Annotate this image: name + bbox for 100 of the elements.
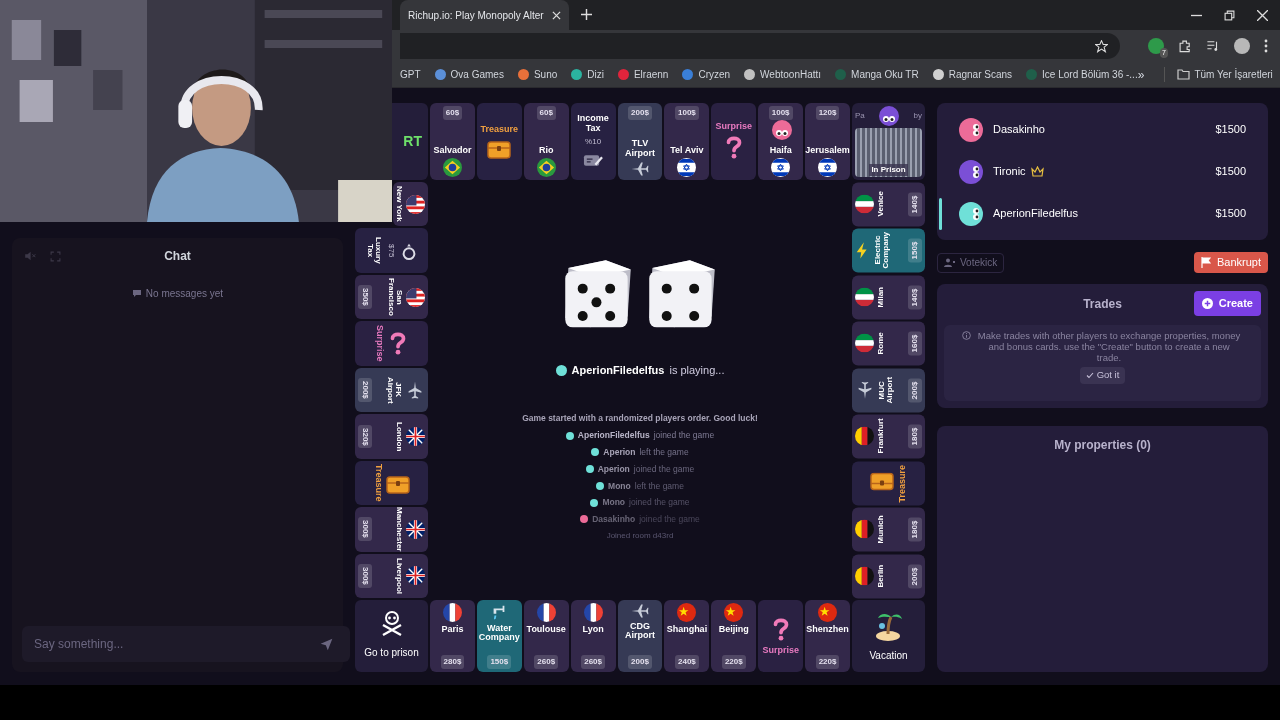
board-tile[interactable]: Jerusalem 120$ bbox=[805, 103, 850, 180]
bookmark-link[interactable]: Cryzen bbox=[682, 67, 731, 82]
menu-icon[interactable] bbox=[1264, 39, 1268, 53]
board-tile[interactable]: Rome 160$ bbox=[852, 321, 925, 366]
board-tile[interactable]: CDG Airport 200$ bbox=[617, 600, 663, 672]
board-tile[interactable]: Water Company 150$ bbox=[476, 600, 522, 672]
board-tile[interactable]: Lyon 260$ bbox=[570, 600, 616, 672]
board-tile[interactable]: Liverpool 300$ bbox=[355, 553, 428, 598]
board-tile[interactable]: Treasure bbox=[852, 460, 925, 506]
board-tile[interactable]: Electric Company 150$ bbox=[852, 228, 925, 273]
board-tile[interactable]: Manchester 300$ bbox=[355, 507, 428, 552]
board-tile[interactable]: New York bbox=[393, 182, 428, 227]
price-tag: 100$ bbox=[675, 106, 699, 120]
bookmark-link[interactable]: Dizi bbox=[571, 67, 604, 82]
board-tile[interactable]: San Francisco 350$ bbox=[355, 274, 428, 320]
board-tile[interactable]: Rio 60$ bbox=[523, 103, 569, 180]
bookmark-link[interactable]: Ice Lord Bölüm 36 -... bbox=[1026, 67, 1138, 82]
all-bookmarks-link[interactable]: Tüm Yer İşaretleri bbox=[1194, 67, 1273, 82]
bookmark-link[interactable]: GPT bbox=[400, 67, 421, 82]
log-player-name: Aperion bbox=[597, 462, 630, 476]
price-tag: 180$ bbox=[908, 517, 922, 542]
player-row[interactable]: AperionFiledelfus $1500 bbox=[943, 194, 1262, 233]
log-player-name: Mono bbox=[608, 479, 631, 493]
board-tile[interactable]: Milan 140$ bbox=[852, 274, 925, 320]
price-tag: 60$ bbox=[536, 106, 556, 120]
flag-icon bbox=[1200, 257, 1211, 268]
board-tile[interactable]: Surprise bbox=[711, 103, 757, 180]
bookmark-link[interactable]: Ova Games bbox=[434, 67, 504, 82]
board-tile[interactable]: MUC Airport 200$ bbox=[852, 367, 925, 413]
player-row[interactable]: Dasakinho $1500 bbox=[943, 110, 1262, 149]
browser-tab[interactable]: Richup.io: Play Monopoly Alter bbox=[400, 0, 569, 30]
media-icon[interactable] bbox=[1206, 39, 1220, 53]
board-tile[interactable]: JFK Airport 200$ bbox=[355, 367, 428, 413]
board-tile[interactable]: Berlin 200$ bbox=[852, 553, 925, 598]
board-tile[interactable]: Tel Aviv 100$ bbox=[664, 103, 710, 180]
tile-name: Manchester bbox=[394, 507, 403, 552]
tile-name: Haifa bbox=[769, 145, 792, 155]
tile-name: Berlin bbox=[877, 564, 886, 588]
puzzle-icon[interactable] bbox=[1178, 39, 1192, 53]
board-tile[interactable]: Treasure bbox=[355, 460, 428, 506]
tile-name: San Francisco bbox=[386, 277, 403, 317]
tile-name: Surprise bbox=[715, 122, 753, 131]
new-tab-icon[interactable] bbox=[580, 9, 592, 20]
log-action: left the game bbox=[634, 479, 684, 493]
board-tile[interactable]: Beijing 220$ bbox=[711, 600, 757, 672]
board-tile[interactable]: Salvador 60$ bbox=[430, 103, 475, 180]
board-tile[interactable]: %10 Income Tax bbox=[570, 103, 616, 180]
board-tile[interactable]: $75 Luxury Tax bbox=[355, 228, 428, 273]
log-action: joined the game bbox=[629, 496, 690, 509]
bookmark-link[interactable]: Ragnar Scans bbox=[932, 67, 1013, 82]
bookmark-link[interactable]: Manga Oku TR bbox=[835, 67, 919, 82]
votekick-button[interactable]: Votekick bbox=[937, 252, 1005, 273]
tile-name: Lyon bbox=[582, 625, 604, 635]
player-money: $1500 bbox=[1215, 164, 1246, 180]
create-trade-button[interactable]: Create bbox=[1193, 291, 1261, 316]
tile-name: Frankfurt bbox=[877, 418, 886, 454]
board-tile[interactable]: Shanghai 240$ bbox=[664, 600, 710, 672]
tile-name: Liverpool bbox=[394, 557, 403, 594]
close-icon[interactable] bbox=[551, 10, 561, 20]
bookmark-link[interactable]: WebtoonHattı bbox=[744, 67, 822, 82]
board-tile[interactable]: Frankfurt 180$ bbox=[852, 414, 925, 459]
close-icon[interactable] bbox=[1257, 9, 1268, 21]
tile-name: Income Tax bbox=[576, 114, 610, 133]
price-tag: 160$ bbox=[908, 331, 922, 356]
price-tag: 140$ bbox=[908, 285, 922, 309]
board-tile[interactable]: Surprise bbox=[758, 600, 804, 672]
empty-chat-message: No messages yet bbox=[145, 287, 224, 301]
profile-avatar[interactable] bbox=[1234, 38, 1250, 54]
check-icon bbox=[1085, 372, 1094, 379]
board-tile[interactable]: Toulouse 260$ bbox=[523, 600, 569, 672]
board-tile[interactable]: London 320$ bbox=[355, 414, 428, 459]
board-tile[interactable]: Shenzhen 220$ bbox=[805, 600, 850, 672]
board-tile[interactable]: Treasure bbox=[476, 103, 522, 180]
board-tile[interactable]: Paris 280$ bbox=[430, 600, 475, 672]
tile-name: Toulouse bbox=[526, 625, 566, 635]
restore-icon[interactable] bbox=[1224, 9, 1235, 21]
got-it-button[interactable]: Got it bbox=[1079, 367, 1126, 384]
price-tag: 200$ bbox=[908, 378, 922, 402]
message-input[interactable]: Say something... bbox=[22, 626, 350, 662]
board-tile[interactable]: Munich 180$ bbox=[852, 507, 925, 552]
price-tag: 60$ bbox=[442, 106, 463, 120]
board-tile[interactable]: Surprise bbox=[355, 321, 428, 366]
player-row[interactable]: Tironic $1500 bbox=[943, 152, 1262, 191]
tile-name: Venice bbox=[877, 191, 886, 217]
price-tag: 280$ bbox=[440, 655, 465, 669]
bookmark-star-icon[interactable] bbox=[1095, 39, 1108, 53]
board-tile[interactable]: Venice 140$ bbox=[852, 182, 925, 227]
bookmark-link[interactable]: Elraenn bbox=[617, 67, 669, 82]
trades-title: Trades bbox=[1083, 295, 1122, 313]
tile-name: Water Company bbox=[478, 624, 520, 643]
chat-bubble-icon bbox=[131, 289, 142, 298]
board-tile[interactable]: Haifa 100$ bbox=[758, 103, 804, 180]
board-tile[interactable]: TLV Airport 200$ bbox=[617, 103, 663, 180]
tile-name: New York bbox=[394, 186, 403, 223]
corner-label: Go to prison bbox=[364, 646, 419, 661]
price-tag: 350$ bbox=[358, 285, 372, 309]
bankrupt-button[interactable]: Bankrupt bbox=[1193, 252, 1268, 273]
bookmark-link[interactable]: Suno bbox=[517, 67, 558, 82]
more-bookmarks-button[interactable]: » bbox=[1137, 65, 1145, 84]
tile-name: Treasure bbox=[897, 464, 907, 502]
